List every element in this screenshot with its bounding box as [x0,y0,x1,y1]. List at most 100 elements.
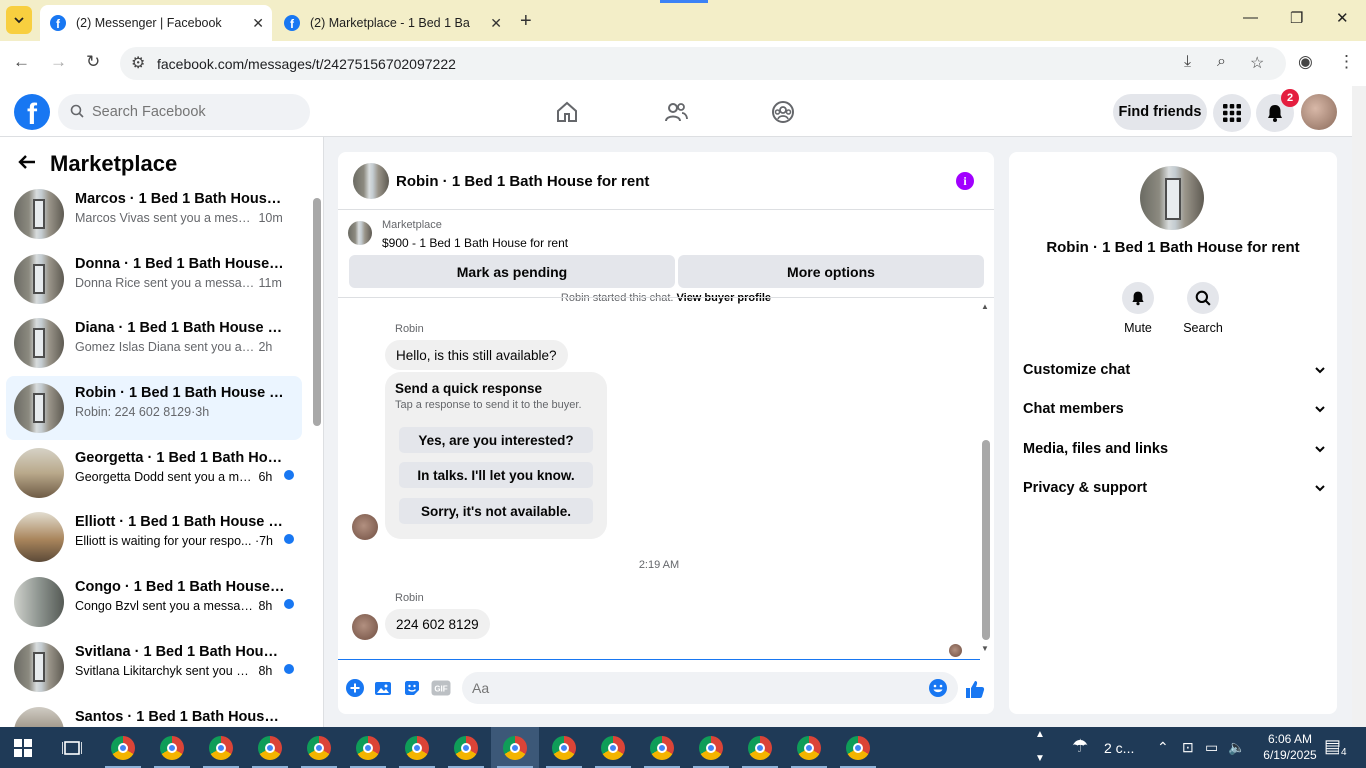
conversation-item[interactable]: Diana · 1 Bed 1 Bath House for rent Gome… [6,311,302,375]
new-tab-button[interactable]: + [520,10,532,33]
info-icon[interactable]: i [956,172,974,190]
back-button[interactable]: ← [13,52,30,72]
thumbs-up-icon[interactable] [965,679,985,699]
message-input[interactable] [472,680,902,696]
chrome-taskbar-icon[interactable] [99,727,147,768]
network-icon[interactable]: ▭ [1205,739,1218,756]
chrome-taskbar-icon[interactable] [197,727,245,768]
chrome-taskbar-icon[interactable] [736,727,784,768]
restore-button[interactable]: ❐ [1290,9,1303,27]
listing-price[interactable]: $900 - 1 Bed 1 Bath House for rent [382,236,568,250]
more-actions-icon[interactable] [346,679,364,697]
weather-text[interactable]: 2 c... [1104,740,1134,756]
install-app-icon[interactable]: ⤓ [1184,53,1191,71]
chrome-taskbar-icon[interactable] [246,727,294,768]
bookmark-star-icon[interactable]: ☆ [1250,53,1264,73]
search-input[interactable] [92,104,292,120]
close-window-button[interactable]: ✕ [1336,9,1349,27]
tab-search-button[interactable] [6,6,32,34]
facebook-logo[interactable]: f [14,94,50,130]
groups-icon[interactable] [770,99,796,125]
tab-marketplace[interactable]: f (2) Marketplace - 1 Bed 1 Bath ✕ [274,5,510,41]
sender-avatar[interactable] [352,614,378,640]
url-field[interactable]: ⚙ facebook.com/messages/t/24275156702097… [120,47,1286,80]
chrome-taskbar-icon[interactable] [638,727,686,768]
chat-scrollbar[interactable]: ▲ ▼ [980,298,992,654]
chrome-taskbar-icon[interactable] [295,727,343,768]
privacy-support-section[interactable]: Privacy & support [1023,477,1325,499]
mute-button[interactable]: Mute [1108,282,1168,335]
chrome-taskbar-icon[interactable] [344,727,392,768]
tab-messenger[interactable]: f (2) Messenger | Facebook ✕ [40,5,272,41]
menu-grid-button[interactable] [1213,94,1251,132]
sidebar-scrollbar[interactable] [312,186,321,726]
taskbar-scroll-down-icon[interactable]: ▼ [1035,753,1045,764]
conversation-item[interactable]: Donna · 1 Bed 1 Bath House for rent Donn… [6,247,302,311]
mark-as-pending-button[interactable]: Mark as pending [349,255,675,288]
chrome-taskbar-icon[interactable] [785,727,833,768]
details-avatar[interactable] [1140,166,1204,230]
conversation-item[interactable]: Santos · 1 Bed 1 Bath House for rent [6,700,302,727]
page-scrollbar[interactable] [1352,86,1366,727]
clock-date[interactable]: 6/19/2025 [1256,748,1324,762]
zoom-icon[interactable]: ⌕ [1217,53,1226,71]
friends-icon[interactable] [663,99,689,125]
chrome-taskbar-icon[interactable] [442,727,490,768]
chat-title[interactable]: Robin · 1 Bed 1 Bath House for rent [396,173,649,190]
browser-menu-icon[interactable]: ⋮ [1338,52,1355,72]
account-avatar[interactable] [1301,94,1337,130]
taskbar-scroll-up-icon[interactable]: ▲ [1035,729,1045,740]
chrome-taskbar-icon[interactable] [834,727,882,768]
profile-icon[interactable]: ◉ [1298,52,1313,72]
back-arrow-icon[interactable] [18,153,36,176]
chrome-taskbar-icon[interactable] [393,727,441,768]
home-icon[interactable] [554,99,580,125]
conversation-item[interactable]: Marcos · 1 Bed 1 Bath House for rent Mar… [6,182,302,246]
task-view-icon[interactable] [61,739,83,762]
customize-chat-section[interactable]: Customize chat [1023,359,1325,381]
device-icon[interactable]: ⊡ [1182,739,1194,756]
chrome-taskbar-icon[interactable] [148,727,196,768]
find-friends-button[interactable]: Find friends [1113,94,1207,130]
chrome-taskbar-icon[interactable] [540,727,588,768]
conversation-item[interactable]: Congo · 1 Bed 1 Bath House for rent Cong… [6,570,302,634]
reload-button[interactable]: ↻ [86,52,100,72]
chrome-taskbar-icon[interactable] [687,727,735,768]
weather-umbrella-icon[interactable]: ☂ [1072,736,1088,757]
conversation-name: Marcos · 1 Bed 1 Bath House for rent [75,191,285,207]
chat-members-section[interactable]: Chat members [1023,398,1325,420]
forward-button[interactable]: → [50,52,67,72]
quick-response-button[interactable]: Yes, are you interested? [399,427,593,453]
quick-response-button[interactable]: In talks. I'll let you know. [399,462,593,488]
media-files-links-section[interactable]: Media, files and links [1023,438,1325,460]
clock-time[interactable]: 6:06 AM [1258,732,1322,746]
conversation-item[interactable]: Georgetta · 1 Bed 1 Bath House for rent … [6,441,302,505]
conversation-item-active[interactable]: Robin · 1 Bed 1 Bath House for rent Robi… [6,376,302,440]
minimize-button[interactable]: — [1243,9,1258,26]
site-info-icon[interactable]: ⚙ [131,53,145,73]
windows-start-icon[interactable] [14,739,32,762]
conversation-item[interactable]: Elliott · 1 Bed 1 Bath House for rent El… [6,505,302,569]
chat-avatar[interactable] [353,163,389,199]
photo-icon[interactable] [374,679,392,697]
url-text[interactable]: facebook.com/messages/t/2427515670209722… [157,56,456,72]
search-in-chat-button[interactable]: Search [1173,282,1233,335]
search-box[interactable] [58,94,310,130]
quick-response-title: Send a quick response [395,381,543,396]
message-composer[interactable] [462,672,958,704]
gif-icon[interactable]: GIF [431,679,451,697]
emoji-icon[interactable] [929,679,947,702]
tray-chevron-up-icon[interactable]: ⌃ [1157,739,1169,756]
conversation-preview: Marcos Vivas sent you a message... 10m [75,211,283,225]
conversation-item[interactable]: Svitlana · 1 Bed 1 Bath House for rent S… [6,635,302,699]
chrome-taskbar-icon[interactable] [589,727,637,768]
chrome-taskbar-icon-active[interactable] [491,727,539,768]
sticker-icon[interactable] [403,679,421,697]
sender-avatar[interactable] [352,514,378,540]
more-options-button[interactable]: More options [678,255,984,288]
quick-response-button[interactable]: Sorry, it's not available. [399,498,593,524]
close-tab-icon[interactable]: ✕ [252,15,264,32]
view-buyer-profile-link[interactable]: View buyer profile [677,292,772,304]
volume-icon[interactable]: 🔈 [1228,739,1245,756]
close-tab-icon[interactable]: ✕ [490,15,502,32]
